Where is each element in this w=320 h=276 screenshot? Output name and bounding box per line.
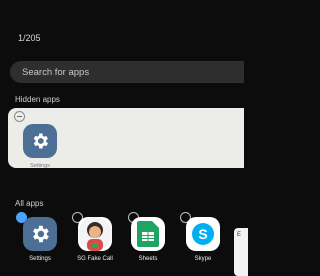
hidden-app-settings[interactable]: Settings bbox=[17, 124, 63, 169]
remove-hidden-app-badge[interactable] bbox=[14, 111, 25, 122]
all-apps-label: All apps bbox=[15, 199, 44, 208]
app-sg-fake-call[interactable]: SG Fake Call bbox=[72, 217, 118, 262]
svg-text:S: S bbox=[198, 226, 207, 242]
selection-counter: 1/205 bbox=[18, 33, 41, 43]
app-skype[interactable]: S Skype bbox=[180, 217, 226, 262]
search-bar[interactable] bbox=[10, 61, 244, 83]
hidden-apps-label: Hidden apps bbox=[15, 95, 60, 104]
app-label: Settings bbox=[29, 256, 51, 262]
gear-icon bbox=[23, 124, 57, 158]
app-settings[interactable]: Settings bbox=[17, 217, 63, 262]
sheets-icon bbox=[131, 217, 165, 251]
edge-panel-card[interactable]: E bbox=[234, 228, 248, 276]
skype-icon: S bbox=[186, 217, 220, 251]
app-label: SG Fake Call bbox=[77, 256, 113, 262]
app-sheets[interactable]: Sheets bbox=[125, 217, 171, 262]
app-label: Skype bbox=[194, 256, 212, 262]
avatar-icon bbox=[78, 217, 112, 251]
search-input[interactable] bbox=[10, 65, 224, 79]
gear-icon bbox=[23, 217, 57, 251]
edge-card-text: E bbox=[237, 232, 242, 238]
app-label: Sheets bbox=[138, 256, 158, 262]
app-label: Settings bbox=[30, 163, 50, 169]
